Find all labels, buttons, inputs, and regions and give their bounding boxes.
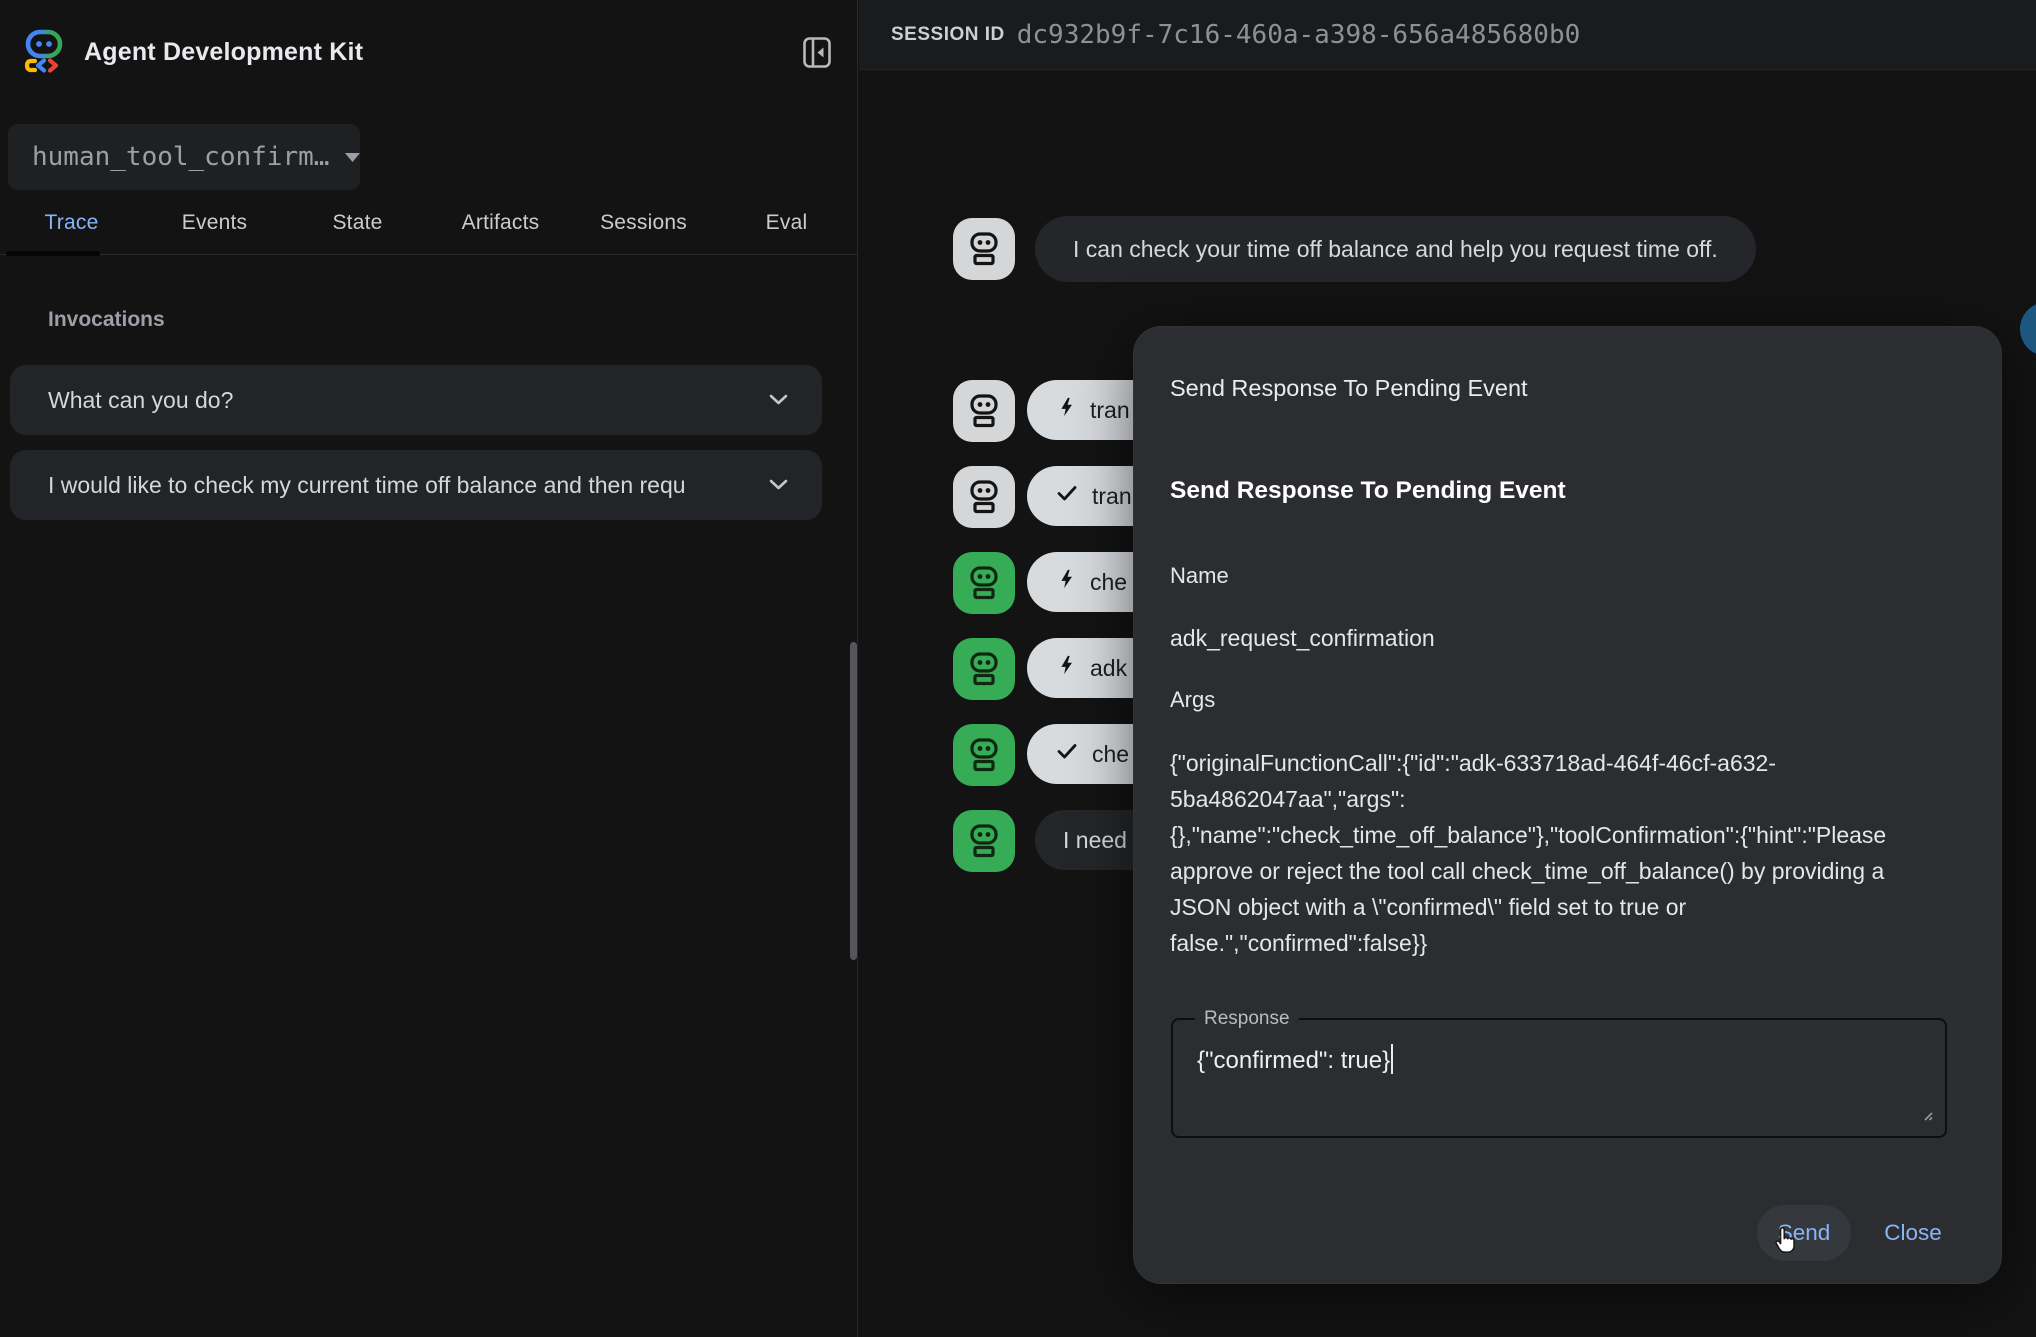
tab-bar: Trace Events State Artifacts Sessions Ev… xyxy=(0,192,858,255)
close-button[interactable]: Close xyxy=(1870,1205,1956,1261)
left-panel: Agent Development Kit human_tool_confirm… xyxy=(0,0,858,1337)
bot-avatar xyxy=(953,466,1015,528)
args-label: Args xyxy=(1170,687,1215,713)
name-value: adk_request_confirmation xyxy=(1170,625,1435,652)
agent-message-bubble: I can check your time off balance and he… xyxy=(1035,216,1756,282)
robot-icon xyxy=(960,559,1008,607)
response-field-label: Response xyxy=(1195,1008,1299,1030)
bot-avatar xyxy=(953,724,1015,786)
adk-web-app: Agent Development Kit human_tool_confirm… xyxy=(0,0,2036,1337)
tab-state[interactable]: State xyxy=(286,192,429,254)
send-button[interactable]: Send xyxy=(1757,1205,1851,1261)
dialog-title: Send Response To Pending Event xyxy=(1170,375,1528,402)
response-textarea[interactable]: Response {"confirmed": true} xyxy=(1171,1018,1947,1138)
invocation-item[interactable]: What can you do? xyxy=(10,365,822,435)
pending-event-dialog: Send Response To Pending Event Send Resp… xyxy=(1133,326,2002,1284)
check-icon xyxy=(1055,481,1079,511)
robot-icon xyxy=(960,731,1008,779)
bolt-icon xyxy=(1055,396,1077,424)
bot-avatar xyxy=(953,638,1015,700)
tab-trace[interactable]: Trace xyxy=(0,192,143,254)
robot-icon xyxy=(960,473,1008,521)
bot-avatar xyxy=(953,810,1015,872)
invocations-heading: Invocations xyxy=(48,308,165,332)
resize-handle-icon[interactable] xyxy=(1919,1107,1933,1126)
invocation-text: What can you do? xyxy=(48,387,743,414)
app-title: Agent Development Kit xyxy=(84,38,363,67)
event-chip-label: adk xyxy=(1090,655,1127,682)
agent-selector-dropdown[interactable]: human_tool_confirm… xyxy=(8,124,360,190)
dialog-subtitle: Send Response To Pending Event xyxy=(1170,477,1566,505)
name-label: Name xyxy=(1170,563,1229,589)
tab-events[interactable]: Events xyxy=(143,192,286,254)
adk-logo xyxy=(20,27,68,80)
robot-icon xyxy=(960,645,1008,693)
event-chip-label: tran xyxy=(1092,483,1132,510)
invocation-item[interactable]: I would like to check my current time of… xyxy=(10,450,822,520)
scroll-fab[interactable] xyxy=(2020,302,2036,356)
text-cursor xyxy=(1391,1044,1393,1074)
check-icon xyxy=(1055,739,1079,769)
robot-icon xyxy=(960,225,1008,273)
agent-message-text: I can check your time off balance and he… xyxy=(1073,236,1718,263)
args-value: {"originalFunctionCall":{"id":"adk-63371… xyxy=(1170,745,1894,961)
tab-sessions[interactable]: Sessions xyxy=(572,192,715,254)
robot-icon xyxy=(960,817,1008,865)
collapse-panel-icon xyxy=(803,37,831,71)
session-id-label: SESSION ID xyxy=(891,24,1005,46)
tab-eval[interactable]: Eval xyxy=(715,192,858,254)
session-header: SESSION ID dc932b9f-7c16-460a-a398-656a4… xyxy=(859,0,2036,70)
bot-avatar xyxy=(953,552,1015,614)
left-panel-scrollbar[interactable] xyxy=(850,642,857,960)
bolt-icon xyxy=(1055,568,1077,596)
event-chip-label: che xyxy=(1092,741,1129,768)
user-message-text: I need t xyxy=(1063,827,1140,854)
event-chip-label: tran xyxy=(1090,397,1130,424)
chevron-down-icon xyxy=(769,478,788,493)
dropdown-caret-icon xyxy=(345,150,360,165)
session-id-value: dc932b9f-7c16-460a-a398-656a485680b0 xyxy=(1017,20,1581,50)
agent-selector-value: human_tool_confirm… xyxy=(32,142,329,172)
response-field-value: {"confirmed": true} xyxy=(1197,1044,1393,1075)
bot-avatar xyxy=(953,380,1015,442)
tab-artifacts[interactable]: Artifacts xyxy=(429,192,572,254)
bolt-icon xyxy=(1055,654,1077,682)
event-chip-label: che xyxy=(1090,569,1127,596)
chevron-down-icon xyxy=(769,393,788,408)
active-tab-indicator xyxy=(6,251,100,256)
invocation-text: I would like to check my current time of… xyxy=(48,472,743,499)
collapse-sidebar-button[interactable] xyxy=(800,36,834,72)
robot-icon xyxy=(960,387,1008,435)
bot-avatar xyxy=(953,218,1015,280)
